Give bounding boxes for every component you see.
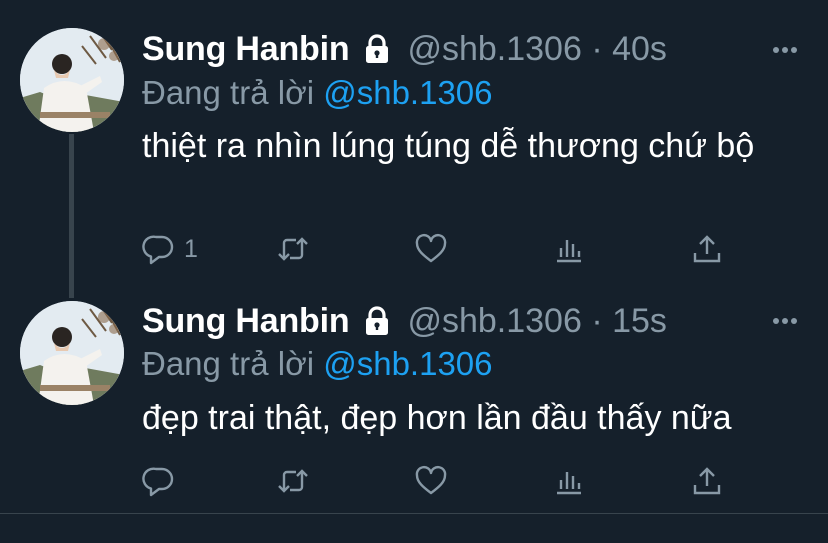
retweet-button[interactable] <box>276 229 310 269</box>
share-button[interactable] <box>690 461 724 501</box>
analytics-icon <box>557 240 581 263</box>
like-button[interactable] <box>414 461 448 501</box>
avatar[interactable] <box>20 28 124 132</box>
reply-icon <box>142 235 174 265</box>
tweet-actions <box>142 461 742 501</box>
thread-line <box>69 134 74 298</box>
retweet-button[interactable] <box>276 461 310 501</box>
analytics-button[interactable] <box>552 229 586 269</box>
retweet-icon <box>278 469 308 493</box>
reply-mention-link[interactable]: @shb.1306 <box>323 345 492 382</box>
analytics-icon <box>557 472 581 495</box>
author-name[interactable]: Sung Hanbin <box>142 30 350 69</box>
reply-prefix: Đang trả lời <box>142 74 315 111</box>
reply-button[interactable] <box>142 461 184 501</box>
reply-button[interactable]: 1 <box>142 229 198 269</box>
reply-count: 1 <box>184 234 198 263</box>
handle-and-time: @shb.1306 · 40s <box>407 29 667 68</box>
more-icon[interactable] <box>772 42 798 53</box>
lock-icon <box>363 34 391 64</box>
reply-context: Đang trả lời @shb.1306 <box>142 345 493 383</box>
tweet-text: đẹp trai thật, đẹp hơn lần đầu thấy nữa <box>142 399 732 437</box>
tweet-header: Sung Hanbin @shb.1306 · 40s <box>142 27 667 71</box>
reply-icon <box>142 467 174 497</box>
tweet[interactable]: Sung Hanbin @shb.1306 · 40s Đang trả lời… <box>0 0 828 298</box>
tweet-header: Sung Hanbin @shb.1306 · 15s <box>142 299 667 343</box>
share-button[interactable] <box>690 229 724 269</box>
lock-icon <box>363 306 391 336</box>
like-button[interactable] <box>414 229 448 269</box>
author-name[interactable]: Sung Hanbin <box>142 302 350 341</box>
reply-context: Đang trả lời @shb.1306 <box>142 74 493 112</box>
reply-mention-link[interactable]: @shb.1306 <box>323 74 492 111</box>
like-icon <box>415 233 447 263</box>
reply-prefix: Đang trả lời <box>142 345 315 382</box>
analytics-button[interactable] <box>552 461 586 501</box>
share-icon <box>693 235 721 263</box>
like-icon <box>415 465 447 495</box>
handle-and-time: @shb.1306 · 15s <box>407 301 667 340</box>
retweet-icon <box>278 237 308 261</box>
avatar[interactable] <box>20 301 124 405</box>
tweet-actions: 1 <box>142 229 742 269</box>
share-icon <box>693 467 721 495</box>
tweet-text: thiệt ra nhìn lúng túng dễ thương chứ bộ <box>142 127 755 165</box>
divider <box>0 513 828 514</box>
more-icon[interactable] <box>772 313 798 324</box>
